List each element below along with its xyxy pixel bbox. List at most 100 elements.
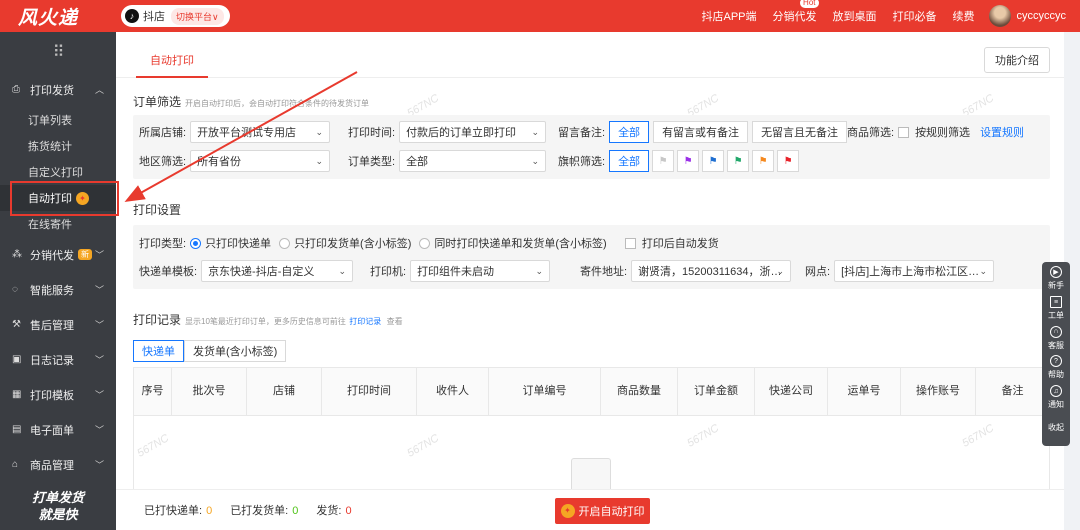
nav-app[interactable]: 抖店APP端 <box>701 8 756 24</box>
print-settings-panel: 打印类型: 只打印快递单 只打印发货单(含小标签) 同时打印快递单和发货单(含小… <box>133 225 1050 289</box>
sidebar-group-smart-service[interactable]: ◌ 智能服务 ﹀ <box>0 272 116 307</box>
sidebar-item-order-list[interactable]: 订单列表 <box>0 107 116 133</box>
tab-auto-print[interactable]: 自动打印 <box>136 52 208 78</box>
app-logo[interactable]: 风火递 <box>0 3 115 30</box>
print-type-label: 打印类型: <box>139 238 187 250</box>
chevron-down-icon: ﹀ <box>94 425 104 435</box>
print-type-radio-shipping[interactable] <box>279 237 291 249</box>
tabs-bar: 自动打印 功能介绍 <box>116 32 1064 78</box>
chevron-down-icon: ⌄ <box>338 265 347 276</box>
username[interactable]: cyccyccyc <box>1017 10 1067 22</box>
set-rule-link[interactable]: 设置规则 <box>980 124 1024 140</box>
float-collapse[interactable]: 收起 <box>1048 412 1064 442</box>
chevron-down-icon: ⌄ <box>315 126 324 137</box>
float-notice[interactable]: ♫ 通知 <box>1048 383 1064 413</box>
print-type-radio-express[interactable] <box>190 237 202 249</box>
sidebar-group-after-sales[interactable]: ⚒ 售后管理 ﹀ <box>0 307 116 342</box>
auto-ship-checkbox[interactable] <box>624 237 636 249</box>
start-auto-print-button[interactable]: ✦ 开启自动打印 <box>555 498 650 524</box>
flag-grey-icon[interactable]: ⚑ <box>652 150 675 172</box>
print-type-radio-both[interactable] <box>419 237 431 249</box>
float-ticket[interactable]: ≡ 工单 <box>1048 294 1064 324</box>
order-filter-title: 订单筛选 开启自动打印后，会自动打印符合条件的待发货订单 <box>133 93 369 110</box>
tab-express-sheet[interactable]: 快递单 <box>133 340 184 362</box>
col-index: 序号 <box>134 368 172 415</box>
print-time-filter: 打印时间: 付款后的订单立即打印 ⌄ <box>348 121 547 143</box>
feature-intro-button[interactable]: 功能介绍 <box>984 47 1050 73</box>
template-row: 快递单模板: 京东快递-抖店-自定义 ⌄ <box>139 260 354 282</box>
slogan-line1: 打单发货 <box>31 491 84 506</box>
order-filter-hint: 开启自动打印后，会自动打印符合条件的待发货订单 <box>185 99 370 108</box>
flag-blue-icon[interactable]: ⚑ <box>702 150 725 172</box>
sidebar-group-print-ship[interactable]: ⎙ 打印发货 ︿ <box>0 72 116 107</box>
print-time-label: 打印时间: <box>348 127 396 139</box>
float-collapse-label: 收起 <box>1048 422 1064 432</box>
shop-select-value: 开放平台测试专用店 <box>197 127 297 139</box>
sidebar-group-print-template[interactable]: ▦ 打印模板 ﹀ <box>0 377 116 412</box>
printer-select[interactable]: 打印组件未启动 ⌄ <box>410 260 551 282</box>
switch-platform-button[interactable]: 切换平台∨ <box>171 7 224 25</box>
flag-orange-icon[interactable]: ⚑ <box>752 150 775 172</box>
sender-select[interactable]: 谢贤清，15200311634，浙… ⌄ <box>631 260 792 282</box>
col-remark: 备注 <box>1001 385 1024 397</box>
remark-option-has[interactable]: 有留言或有备注 <box>653 121 749 143</box>
sidebar-group-goods[interactable]: ⌂ 商品管理 ﹀ <box>0 447 116 482</box>
grid-menu-icon[interactable]: ⠿ <box>0 32 116 72</box>
flag-red-icon[interactable]: ⚑ <box>777 150 800 172</box>
remark-option-none[interactable]: 无留言且无备注 <box>752 121 848 143</box>
flag-purple-icon[interactable]: ⚑ <box>677 150 700 172</box>
tiktok-icon: ♪ <box>125 9 139 23</box>
flag-green-icon[interactable]: ⚑ <box>727 150 750 172</box>
nav-renew[interactable]: 续费 <box>953 8 975 24</box>
sidebar: ⠿ ⎙ 打印发货 ︿ 订单列表 拣货统计 自定义打印 自动打印 ✦ 在线寄件 ⁂ … <box>0 32 116 530</box>
sender-label: 寄件地址: <box>580 266 628 278</box>
sidebar-item-picking-stats[interactable]: 拣货统计 <box>0 133 116 159</box>
outlet-select-value: [抖店]上海市上海市松江区… <box>841 266 980 278</box>
chevron-down-icon: ﹀ <box>94 390 104 400</box>
print-time-select[interactable]: 付款后的订单立即打印 ⌄ <box>399 121 547 143</box>
nav-desktop[interactable]: 放到桌面 <box>833 8 877 24</box>
shop-select[interactable]: 开放平台测试专用店 ⌄ <box>190 121 331 143</box>
outlet-label: 网点: <box>805 266 831 278</box>
sidebar-group-label: 日志记录 <box>30 354 74 367</box>
table-body <box>134 416 1049 492</box>
float-help[interactable]: ? 帮助 <box>1048 353 1064 383</box>
bell-icon: ♫ <box>1050 385 1062 398</box>
tab-shipping-sheet[interactable]: 发货单(含小标签) <box>184 340 287 362</box>
platform-switcher[interactable]: ♪ 抖店 切换平台∨ <box>121 5 230 27</box>
waybill-icon: ▤ <box>12 424 22 435</box>
printed-express-label: 已打快递单: <box>144 505 203 517</box>
avatar[interactable] <box>988 5 1011 27</box>
print-records-link[interactable]: 打印记录 <box>349 317 381 326</box>
order-type-label: 订单类型: <box>348 156 396 168</box>
goods-rule-checkbox[interactable] <box>898 126 910 138</box>
float-service-label: 客服 <box>1048 340 1064 350</box>
order-type-select-value: 全部 <box>406 156 429 168</box>
print-type-option-label: 同时打印快递单和发货单(含小标签) <box>434 238 607 250</box>
sidebar-group-label: 打印模板 <box>30 389 74 402</box>
nav-distribution-label: 分销代发 <box>772 11 817 23</box>
template-select[interactable]: 京东快递-抖店-自定义 ⌄ <box>201 260 354 282</box>
col-print-time: 打印时间 <box>322 368 417 415</box>
float-service[interactable]: ∩ 客服 <box>1048 323 1064 353</box>
region-select[interactable]: 所有省份 ⌄ <box>190 150 331 172</box>
chevron-down-icon: ﹀ <box>94 460 104 470</box>
nav-print-essentials[interactable]: 打印必备 <box>893 8 937 24</box>
chevron-down-icon: ﹀ <box>94 285 104 295</box>
remark-option-all[interactable]: 全部 <box>609 121 650 143</box>
float-newbie[interactable]: ▶ 新手 <box>1048 264 1064 294</box>
sidebar-group-distribution[interactable]: ⁂ 分销代发 新 ﹀ <box>0 237 116 272</box>
col-operator: 操作账号 <box>901 368 976 415</box>
outlet-select[interactable]: [抖店]上海市上海市松江区… ⌄ <box>834 260 995 282</box>
top-nav: 抖店APP端 分销代发 Hot 放到桌面 打印必备 续费 cyccyccyc <box>685 0 1080 32</box>
flag-option-all[interactable]: 全部 <box>609 150 650 172</box>
sidebar-group-logs[interactable]: ▣ 日志记录 ﹀ <box>0 342 116 377</box>
order-type-select[interactable]: 全部 ⌄ <box>399 150 547 172</box>
nav-distribution[interactable]: 分销代发 Hot <box>772 0 819 24</box>
chevron-down-icon: ﹀ <box>94 320 104 330</box>
sidebar-group-waybill[interactable]: ▤ 电子面单 ﹀ <box>0 412 116 447</box>
sidebar-group-label: 电子面单 <box>30 424 74 437</box>
printer-icon: ⎙ <box>12 84 20 95</box>
sidebar-group-label: 打印发货 <box>30 84 74 97</box>
order-filter-panel: 所属店铺: 开放平台测试专用店 ⌄ 打印时间: 付款后的订单立即打印 ⌄ 留言备注:… <box>133 115 1050 179</box>
